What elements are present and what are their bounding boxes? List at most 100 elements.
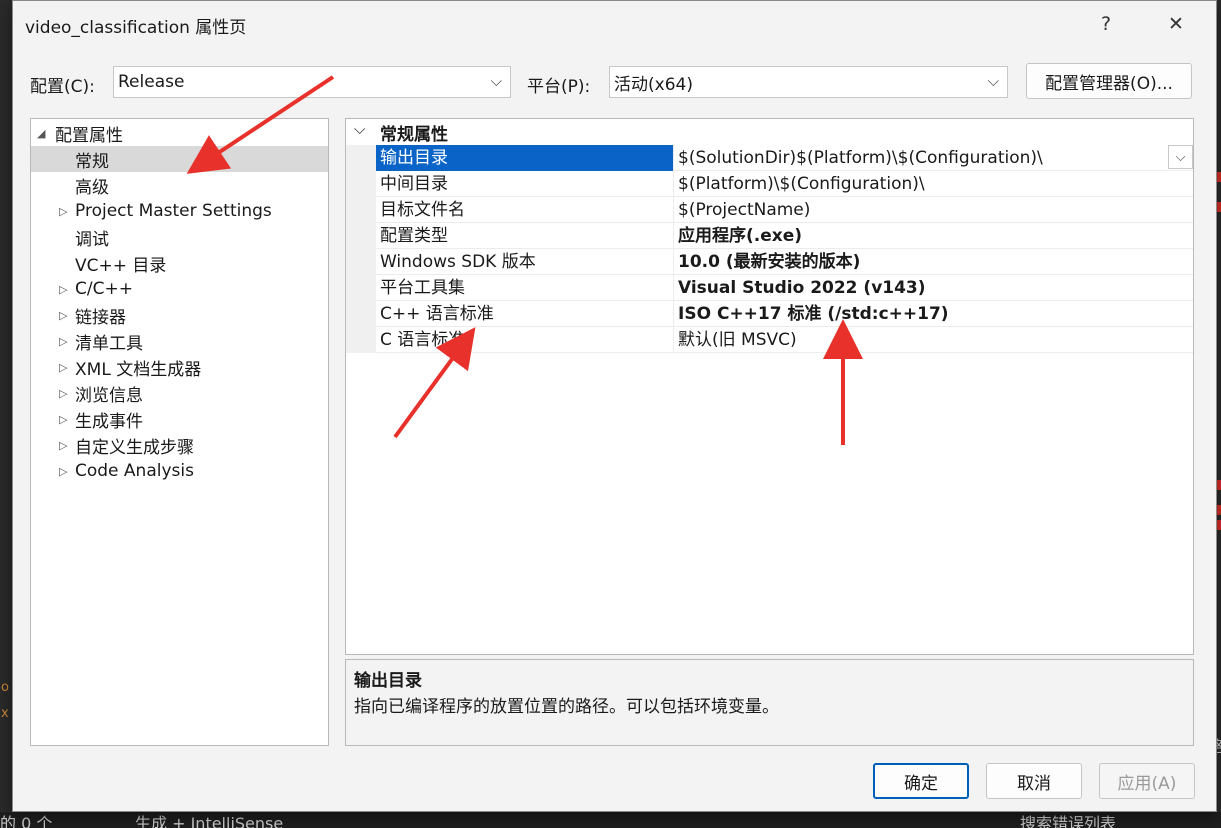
- config-select-value: Release: [118, 72, 185, 92]
- row-gutter: [346, 327, 376, 353]
- row-gutter: [346, 249, 376, 275]
- expand-triangle-icon[interactable]: ▷: [59, 387, 67, 400]
- tree-item[interactable]: ▷ 清单工具: [31, 328, 328, 354]
- property-value[interactable]: Visual Studio 2022 (v143): [674, 275, 1192, 301]
- expand-triangle-icon[interactable]: ▷: [59, 361, 67, 374]
- tree-item[interactable]: ▷ 生成事件: [31, 406, 328, 432]
- property-tree: ◢ 配置属性 常规高级 ▷ Project Master Settings 调试 VC+…: [30, 118, 329, 746]
- property-value[interactable]: 10.0 (最新安装的版本): [674, 249, 1192, 275]
- close-button[interactable]: ✕: [1156, 9, 1196, 39]
- tree-item[interactable]: ▷ C/C++: [31, 276, 328, 302]
- row-gutter: [346, 301, 376, 327]
- property-name: C++ 语言标准: [376, 301, 674, 327]
- tree-item[interactable]: ▷ 浏览信息: [31, 380, 328, 406]
- platform-label: 平台(P):: [527, 77, 591, 97]
- property-value[interactable]: 应用程序(.exe): [674, 223, 1192, 249]
- property-value[interactable]: $(Platform)\$(Configuration)\: [674, 171, 1192, 197]
- property-row[interactable]: C 语言标准 默认(旧 MSVC): [346, 327, 1193, 353]
- property-name: 配置类型: [376, 223, 674, 249]
- description-title: 输出目录: [354, 671, 422, 691]
- tree-item[interactable]: VC++ 目录: [31, 250, 328, 276]
- tree-item-label: 高级: [75, 177, 109, 198]
- row-gutter: [346, 145, 376, 171]
- property-value[interactable]: 默认(旧 MSVC): [674, 327, 1192, 353]
- property-value[interactable]: $(SolutionDir)$(Platform)\$(Configuratio…: [674, 145, 1164, 171]
- tree-item-label: 链接器: [75, 307, 126, 328]
- tree-item-label: Code Analysis: [75, 461, 194, 481]
- row-gutter: [346, 171, 376, 197]
- expand-triangle-icon[interactable]: ▷: [59, 413, 67, 426]
- expand-triangle-icon[interactable]: ▷: [59, 309, 67, 322]
- tree-item[interactable]: 高级: [31, 172, 328, 198]
- row-gutter: [346, 275, 376, 301]
- platform-select[interactable]: 活动(x64) ⌵: [609, 66, 1008, 98]
- config-label: 配置(C):: [30, 77, 95, 97]
- platform-select-value: 活动(x64): [614, 74, 693, 95]
- description-panel: 输出目录 指向已编译程序的放置位置的路径。可以包括环境变量。: [345, 659, 1194, 746]
- tree-item-label: 清单工具: [75, 333, 143, 354]
- config-manager-button[interactable]: 配置管理器(O)...: [1026, 63, 1192, 99]
- tree-root-label: 配置属性: [55, 125, 123, 146]
- dialog-title: video_classification 属性页: [25, 18, 247, 38]
- title-bar: video_classification 属性页 ? ✕: [13, 1, 1216, 47]
- tree-item-label: VC++ 目录: [75, 255, 167, 276]
- tree-item-label: 常规: [75, 151, 109, 172]
- ide-bottom-right-text: 搜索错误列表: [1020, 814, 1117, 828]
- property-pages-dialog: video_classification 属性页 ? ✕ 配置(C): Rele…: [12, 0, 1217, 812]
- collapse-triangle-icon: ◢: [37, 126, 46, 140]
- help-button[interactable]: ?: [1086, 9, 1126, 39]
- tree-item-label: 调试: [75, 229, 109, 250]
- property-grid: ⌵ 常规属性 输出目录 $(SolutionDir)$(Platform)\$(C…: [345, 118, 1194, 655]
- property-value[interactable]: ISO C++17 标准 (/std:c++17): [674, 301, 1192, 327]
- property-value[interactable]: $(ProjectName): [674, 197, 1192, 223]
- ide-bottom-mid-text: 生成 + IntelliSense: [135, 814, 284, 828]
- property-row[interactable]: Windows SDK 版本 10.0 (最新安装的版本): [346, 249, 1193, 275]
- property-row[interactable]: 输出目录 $(SolutionDir)$(Platform)\$(Configur…: [346, 145, 1193, 171]
- property-row[interactable]: 配置类型 应用程序(.exe): [346, 223, 1193, 249]
- description-text: 指向已编译程序的放置位置的路径。可以包括环境变量。: [354, 697, 779, 717]
- apply-button[interactable]: 应用(A): [1099, 763, 1195, 799]
- chevron-down-icon: ⌵: [490, 72, 502, 90]
- tree-item[interactable]: ▷ Code Analysis: [31, 458, 328, 484]
- ide-left-snippet-1: o: [1, 680, 9, 695]
- tree-root-config-properties[interactable]: ◢ 配置属性: [31, 120, 328, 146]
- expand-triangle-icon[interactable]: ▷: [59, 439, 67, 452]
- grid-section-header[interactable]: ⌵ 常规属性: [346, 119, 1193, 145]
- ide-bottom-left-text: 的 0 个: [0, 814, 53, 828]
- tree-item[interactable]: 常规: [31, 146, 328, 172]
- expand-triangle-icon[interactable]: ▷: [59, 205, 67, 218]
- property-row[interactable]: C++ 语言标准 ISO C++17 标准 (/std:c++17): [346, 301, 1193, 327]
- expand-triangle-icon[interactable]: ▷: [59, 283, 67, 296]
- section-title: 常规属性: [380, 124, 448, 145]
- tree-item[interactable]: ▷ 链接器: [31, 302, 328, 328]
- tree-item-label: Project Master Settings: [75, 201, 272, 221]
- expand-triangle-icon[interactable]: ▷: [59, 465, 67, 478]
- tree-item-label: C/C++: [75, 279, 133, 299]
- config-select[interactable]: Release ⌵: [113, 66, 511, 98]
- property-name: 输出目录: [376, 145, 674, 171]
- property-name: C 语言标准: [376, 327, 674, 353]
- property-row[interactable]: 平台工具集 Visual Studio 2022 (v143): [346, 275, 1193, 301]
- property-name: 目标文件名: [376, 197, 674, 223]
- property-name: Windows SDK 版本: [376, 249, 674, 275]
- chevron-down-icon: ⌵: [987, 72, 999, 90]
- cancel-button[interactable]: 取消: [986, 763, 1082, 799]
- tree-item[interactable]: ▷ Project Master Settings: [31, 198, 328, 224]
- property-row[interactable]: 中间目录 $(Platform)\$(Configuration)\: [346, 171, 1193, 197]
- property-name: 中间目录: [376, 171, 674, 197]
- tree-item-label: 自定义生成步骤: [75, 437, 194, 458]
- tree-item-label: 浏览信息: [75, 385, 143, 406]
- row-gutter: [346, 197, 376, 223]
- tree-item[interactable]: ▷ XML 文档生成器: [31, 354, 328, 380]
- chevron-down-icon: ⌵: [354, 120, 366, 138]
- property-name: 平台工具集: [376, 275, 674, 301]
- value-dropdown-button[interactable]: ⌵: [1168, 145, 1193, 169]
- ide-left-snippet-2: x: [1, 706, 9, 721]
- tree-item[interactable]: 调试: [31, 224, 328, 250]
- property-row[interactable]: 目标文件名 $(ProjectName): [346, 197, 1193, 223]
- tree-item-label: 生成事件: [75, 411, 143, 432]
- ok-button[interactable]: 确定: [873, 763, 969, 799]
- tree-item[interactable]: ▷ 自定义生成步骤: [31, 432, 328, 458]
- expand-triangle-icon[interactable]: ▷: [59, 335, 67, 348]
- tree-item-label: XML 文档生成器: [75, 359, 202, 380]
